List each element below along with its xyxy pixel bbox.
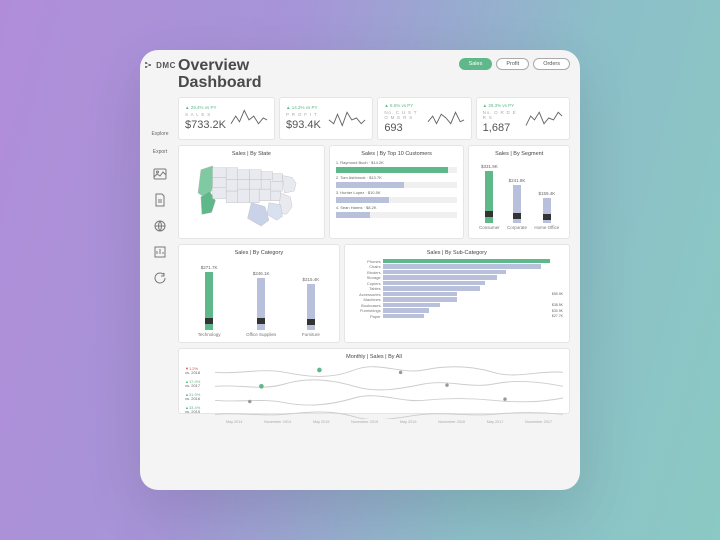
- panel-state: Sales | By State: [178, 145, 325, 239]
- row-1: Sales | By State: [178, 145, 570, 239]
- x-tick: May 2016: [400, 420, 417, 424]
- segment-col: $159.4KHome Office: [534, 191, 559, 230]
- subcat-row: Phones: [351, 259, 563, 264]
- pdf-icon[interactable]: [153, 193, 167, 207]
- main-area: OverviewDashboard Sales Profit Orders ▲ …: [174, 50, 580, 490]
- header: OverviewDashboard Sales Profit Orders: [178, 58, 570, 92]
- monthly-year-row: ▼1.2%vs. 2018: [185, 367, 215, 376]
- nav-explore[interactable]: Explore: [149, 132, 171, 138]
- refresh-icon[interactable]: [153, 271, 167, 285]
- panel-top10: Sales | By Top 10 Customers 1. Raymond B…: [329, 145, 465, 239]
- sparkline-icon: [427, 106, 465, 130]
- x-tick: May 2014: [226, 420, 243, 424]
- customer-row: 3. Hunter Lopez · $10.5K: [336, 190, 458, 195]
- monthly-year-row: ▲31.5%vs. 2016: [185, 393, 215, 402]
- x-tick: November 2014: [264, 420, 291, 424]
- pill-orders[interactable]: Orders: [533, 58, 570, 70]
- x-tick: May 2015: [313, 420, 330, 424]
- subcat-row: Paper$27.7K: [351, 314, 563, 319]
- subcat-row: Furnishings$30.9K: [351, 308, 563, 313]
- panel-monthly: Monthly | Sales | By All ▼1.2%vs. 2018▲1…: [178, 348, 570, 414]
- brand-mark-icon: [144, 60, 154, 70]
- metric-pills: Sales Profit Orders: [459, 58, 570, 70]
- panel-category: Sales | By Category $271.7KTechnology$24…: [178, 244, 340, 343]
- panel-subcat: Sales | By Sub-Category PhonesChairsBind…: [344, 244, 570, 343]
- nav-export[interactable]: Export: [149, 150, 171, 156]
- kpi-customers: ▲ 8.6% vs PYNo. C U S T O M E R S693: [377, 97, 471, 140]
- dashboard-app: DMC Explore Export OverviewDashboard Sal…: [140, 50, 580, 490]
- subcat-row: Copiers: [351, 281, 563, 286]
- subcat-row: Binders: [351, 270, 563, 275]
- customer-row: 2. Tom Ashbrook · $13.7K: [336, 175, 458, 180]
- us-map: [185, 160, 318, 228]
- subcat-row: Bookcases$38.5K: [351, 303, 563, 308]
- image-icon[interactable]: [153, 167, 167, 181]
- left-rail: DMC Explore Export: [140, 50, 174, 490]
- x-tick: November 2016: [438, 420, 465, 424]
- row-2: Sales | By Category $271.7KTechnology$24…: [178, 244, 570, 343]
- kpi-profit: ▲ 14.2% vs PYP R O F I T$93.4K: [279, 97, 373, 140]
- kpi-orders: ▲ 28.3% vs PYNo. O R D E R S1,687: [476, 97, 570, 140]
- segment-col: $241.8KCorporate: [507, 178, 527, 230]
- category-col: $215.4KFurniture: [302, 277, 320, 337]
- monthly-year-row: ▲17.9%vs. 2017: [185, 380, 215, 389]
- subcat-row: Storage: [351, 275, 563, 280]
- category-col: $246.1KOffice Supplies: [246, 271, 276, 337]
- brand-logo: DMC: [144, 60, 176, 70]
- globe-icon[interactable]: [153, 219, 167, 233]
- pill-sales[interactable]: Sales: [459, 58, 493, 70]
- category-col: $271.7KTechnology: [198, 265, 221, 337]
- subcat-row: Tables: [351, 286, 563, 291]
- segment-col: $331.9KConsumer: [479, 164, 500, 230]
- chart-icon[interactable]: [153, 245, 167, 259]
- panel-segment: Sales | By Segment $331.9KConsumer$241.8…: [468, 145, 570, 239]
- subcat-row: Chairs: [351, 264, 563, 269]
- pill-profit[interactable]: Profit: [496, 58, 529, 70]
- monthly-chart: [215, 363, 563, 419]
- x-tick: May 2017: [487, 420, 504, 424]
- sparkline-icon: [328, 106, 366, 130]
- monthly-year-row: ▲33.4%vs. 2015: [185, 406, 215, 415]
- kpi-sales: ▲ 29.4% vs PYS A L E S$733.2K: [178, 97, 275, 140]
- kpi-row: ▲ 29.4% vs PYS A L E S$733.2K ▲ 14.2% vs…: [178, 97, 570, 140]
- page-title: OverviewDashboard: [178, 58, 262, 92]
- subcat-row: Machines: [351, 297, 563, 302]
- sparkline-icon: [230, 106, 268, 130]
- x-tick: November 2015: [351, 420, 378, 424]
- subcat-row: Accessories$55.9K: [351, 292, 563, 297]
- sparkline-icon: [525, 106, 563, 130]
- customer-row: 4. Sean Harms · $8.2K: [336, 205, 458, 210]
- customer-row: 1. Raymond Buch · $14.2K: [336, 160, 458, 165]
- x-tick: November 2017: [525, 420, 552, 424]
